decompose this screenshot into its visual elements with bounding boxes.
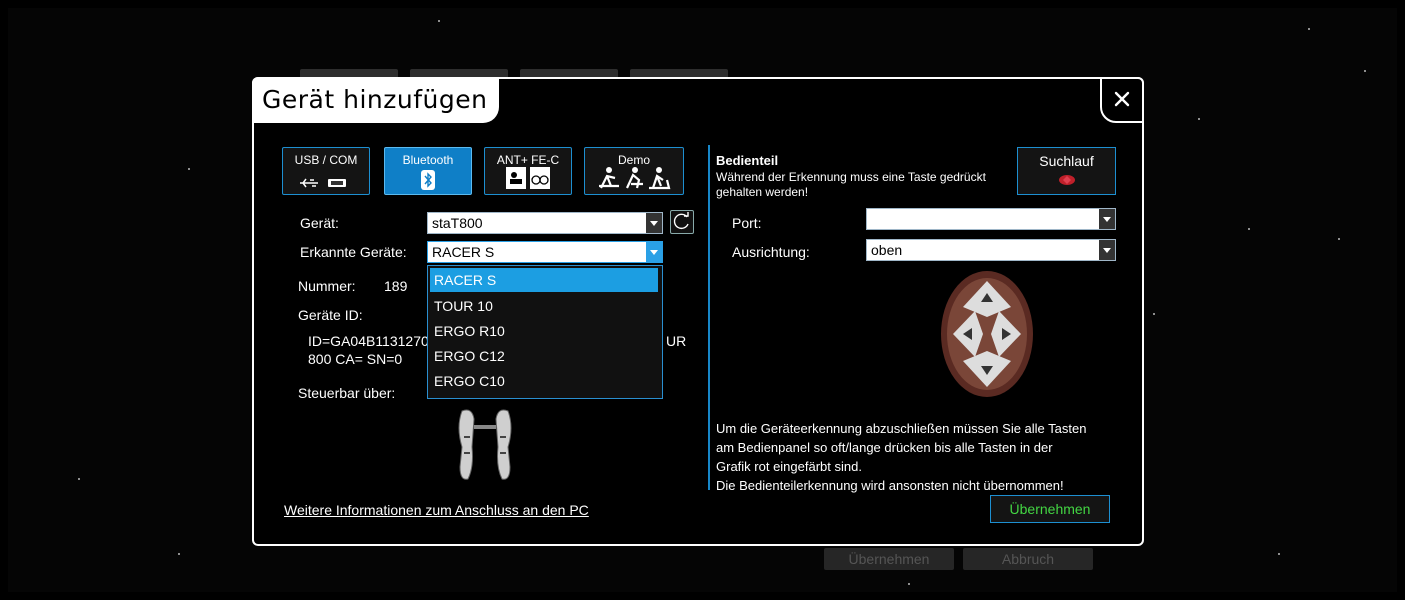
star [1338,238,1340,240]
scan-button[interactable]: Suchlauf [1017,147,1116,195]
dialog-title: Gerät hinzufügen [252,77,500,123]
number-value: 189 [384,278,408,294]
column-divider [708,145,710,490]
device-id-line1: ID=GA04B1131270 [308,333,429,349]
control-panel-image [941,271,1033,397]
handlebar-controls-image [458,409,512,480]
detected-devices-value: RACER S [432,244,495,260]
chevron-down-icon [1099,209,1115,229]
controllable-label: Steuerbar über: [298,385,396,401]
ant-fec-icon [485,166,571,190]
demo-fitness-icon [585,166,683,190]
close-button[interactable] [1100,77,1144,123]
star [438,20,440,22]
star [178,553,180,555]
chevron-down-icon [1099,240,1115,260]
star [1278,553,1280,555]
dropdown-option[interactable]: ERGO C12 [430,344,658,368]
star [1198,118,1200,120]
device-label: Gerät: [300,215,339,231]
refresh-button[interactable] [670,210,694,234]
device-select[interactable]: staT800 [427,212,663,234]
number-label: Nummer: [298,278,356,294]
orientation-label: Ausrichtung: [732,244,810,260]
instructions-text: Um die Geräteerkennung abzuschließen müs… [716,419,1136,495]
tab-usb-com[interactable]: USB / COM [282,147,370,195]
tab-label: ANT+ FE-C [496,153,560,167]
device-value: staT800 [432,215,483,231]
dropdown-option[interactable]: ERGO R10 [430,319,658,343]
apply-button[interactable]: Übernehmen [990,495,1110,523]
star [1153,313,1155,315]
tab-demo[interactable]: Demo [584,147,684,195]
star [78,478,80,480]
chevron-down-icon [646,213,662,233]
add-device-dialog: Gerät hinzufügen USB / COM Bluetooth ANT… [252,77,1144,546]
orientation-value: oben [871,242,903,258]
close-icon [1114,91,1130,107]
tab-label: USB / COM [294,153,358,167]
dropdown-option[interactable]: RACER S [430,268,658,292]
scan-indicator-icon [1058,175,1075,185]
instruction-line: Grafik rot eingefärbt sind. [716,459,862,474]
tab-label: Demo [617,153,650,167]
star [1308,28,1310,30]
detected-devices-select[interactable]: RACER S [427,241,663,263]
chevron-down-icon [646,242,662,262]
device-id-tail: UR [666,333,687,349]
more-info-link[interactable]: Weitere Informationen zum Anschluss an d… [284,502,589,518]
device-id-line2: 800 CA= SN=0 [308,351,403,367]
detected-devices-dropdown: RACER S TOUR 10 ERGO R10 ERGO C12 ERGO C… [427,265,663,399]
star [1364,70,1366,72]
scan-label: Suchlauf [1039,153,1094,169]
instruction-line: Um die Geräteerkennung abzuschließen müs… [716,421,1087,436]
background-cancel-button: Abbruch [963,548,1093,570]
background-apply-button: Übernehmen [824,548,954,570]
tab-bluetooth[interactable]: Bluetooth [384,147,472,195]
instruction-line: am Bedienpanel so oft/lange drücken bis … [716,440,1053,455]
tab-label: Bluetooth [402,153,454,167]
usb-serial-icon [283,176,369,190]
port-label: Port: [732,215,762,231]
device-id-label: Geräte ID: [298,307,363,323]
tab-ant-fec[interactable]: ANT+ FE-C [484,147,572,195]
orientation-select[interactable]: oben [866,239,1116,261]
panel-description: Während der Erkennung muss eine Taste ge… [716,170,986,199]
detected-devices-label: Erkannte Geräte: [300,244,407,260]
dropdown-option[interactable]: ERGO C10 [430,369,658,393]
instruction-line: Die Bedienteilerkennung wird ansonsten n… [716,478,1064,493]
panel-title: Bedienteil [716,153,779,168]
port-select[interactable] [866,208,1116,230]
refresh-icon [673,212,689,230]
star [188,168,190,170]
star [908,583,910,585]
dropdown-option[interactable]: TOUR 10 [430,294,658,318]
star [1248,228,1250,230]
bluetooth-icon [385,170,471,190]
